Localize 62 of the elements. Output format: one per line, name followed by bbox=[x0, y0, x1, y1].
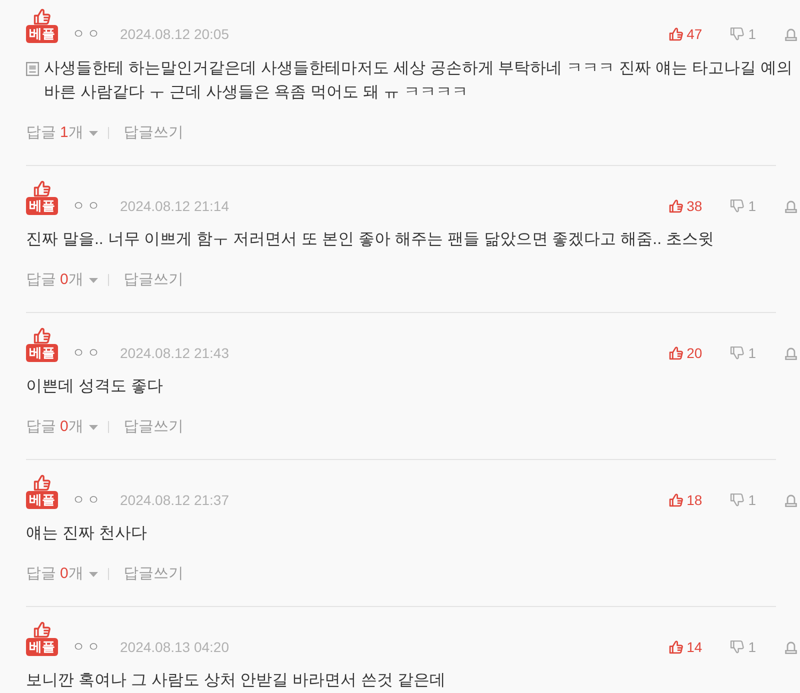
caret-icon bbox=[89, 572, 98, 576]
author-name: ㅇㅇ bbox=[72, 25, 102, 43]
thumbs-down-icon bbox=[730, 27, 744, 41]
caret-icon bbox=[89, 130, 98, 136]
best-badge: 베플 bbox=[26, 491, 58, 509]
replies-toggle[interactable]: 답글 0개 bbox=[26, 564, 98, 584]
best-badge: 베플 bbox=[26, 638, 58, 656]
comment-date: 2024.08.12 21:43 bbox=[120, 344, 229, 362]
like-button[interactable]: 18 bbox=[668, 491, 702, 509]
best-badge: 베플 bbox=[26, 344, 58, 362]
thumbs-up-icon bbox=[33, 327, 51, 344]
siren-icon[interactable] bbox=[785, 200, 797, 212]
thumbs-up-icon bbox=[668, 199, 683, 213]
thumbs-down-icon bbox=[730, 640, 744, 654]
write-reply-link[interactable]: 답글쓰기 bbox=[123, 417, 184, 437]
author-name: ㅇㅇ bbox=[72, 638, 102, 656]
caret-icon bbox=[89, 278, 98, 282]
thumbs-up-icon bbox=[33, 474, 51, 491]
write-reply-link[interactable]: 답글쓰기 bbox=[123, 564, 184, 584]
siren-icon[interactable] bbox=[785, 28, 797, 40]
comment-text: 이쁜데 성격도 좋다 bbox=[26, 377, 163, 397]
author-name: ㅇㅇ bbox=[72, 197, 102, 215]
siren-icon[interactable] bbox=[785, 494, 797, 506]
dislike-button[interactable]: 1 bbox=[730, 638, 756, 656]
comment-text: 진짜 말을.. 너무 이쁘게 함ㅜ 저러면서 또 본인 좋아 해주는 팬들 닮았으면 좋겠다고 해줌.. 초스윗 bbox=[26, 230, 714, 250]
like-button[interactable]: 20 bbox=[668, 344, 702, 362]
comment-date: 2024.08.12 21:14 bbox=[120, 197, 229, 215]
thumbs-up-icon bbox=[33, 8, 51, 25]
dislike-button[interactable]: 1 bbox=[730, 25, 756, 43]
write-reply-link[interactable]: 답글쓰기 bbox=[123, 123, 184, 143]
author-name: ㅇㅇ bbox=[72, 491, 102, 509]
like-button[interactable]: 47 bbox=[668, 25, 702, 43]
best-badge: 베플 bbox=[26, 25, 58, 43]
caret-icon bbox=[89, 424, 98, 430]
dislike-button[interactable]: 1 bbox=[730, 197, 756, 215]
comment-date: 2024.08.13 04:20 bbox=[120, 638, 229, 656]
thumbs-up-icon bbox=[668, 27, 683, 41]
siren-icon[interactable] bbox=[785, 346, 797, 360]
siren-icon[interactable] bbox=[785, 640, 797, 654]
comment-date: 2024.08.12 21:37 bbox=[120, 491, 229, 509]
replies-toggle[interactable]: 답글 0개 bbox=[26, 417, 98, 437]
comment-text: 얘는 진짜 천사다 bbox=[26, 524, 147, 544]
like-button[interactable]: 14 bbox=[668, 638, 702, 656]
comment-text: 보니깐 혹여나 그 사람도 상처 안받길 바라면서 쓴것 같은데 bbox=[26, 671, 446, 691]
thumbs-up-icon bbox=[668, 493, 683, 507]
comment-text: 사생들한테 하는말인거같은데 사생들한테마저도 세상 공손하게 부탁하네 ㅋㅋㅋ 진짜 얘는 타고나길 예의바른 사람같다 ㅜ 근데 사생들은 욕좀 먹어도 돼 ㅠ ㅋㅋㅋㅋ bbox=[44, 59, 793, 103]
like-button[interactable]: 38 bbox=[668, 197, 702, 215]
dislike-button[interactable]: 1 bbox=[730, 491, 756, 509]
dislike-button[interactable]: 1 bbox=[730, 344, 756, 362]
thumbs-up-icon bbox=[33, 180, 51, 197]
thumbs-up-icon bbox=[668, 346, 683, 360]
thumbs-down-icon bbox=[730, 493, 744, 507]
thumbs-up-icon bbox=[668, 640, 683, 654]
comment-date: 2024.08.12 20:05 bbox=[120, 25, 229, 43]
write-reply-link[interactable]: 답글쓰기 bbox=[123, 270, 184, 290]
replies-toggle[interactable]: 답글 0개 bbox=[26, 270, 98, 290]
author-name: ㅇㅇ bbox=[72, 344, 102, 362]
replies-toggle[interactable]: 답글 1개 bbox=[26, 123, 98, 143]
best-badge: 베플 bbox=[26, 197, 58, 215]
thumbs-up-icon bbox=[33, 621, 51, 638]
thumbs-down-icon bbox=[730, 346, 744, 360]
thumbs-down-icon bbox=[730, 199, 744, 213]
